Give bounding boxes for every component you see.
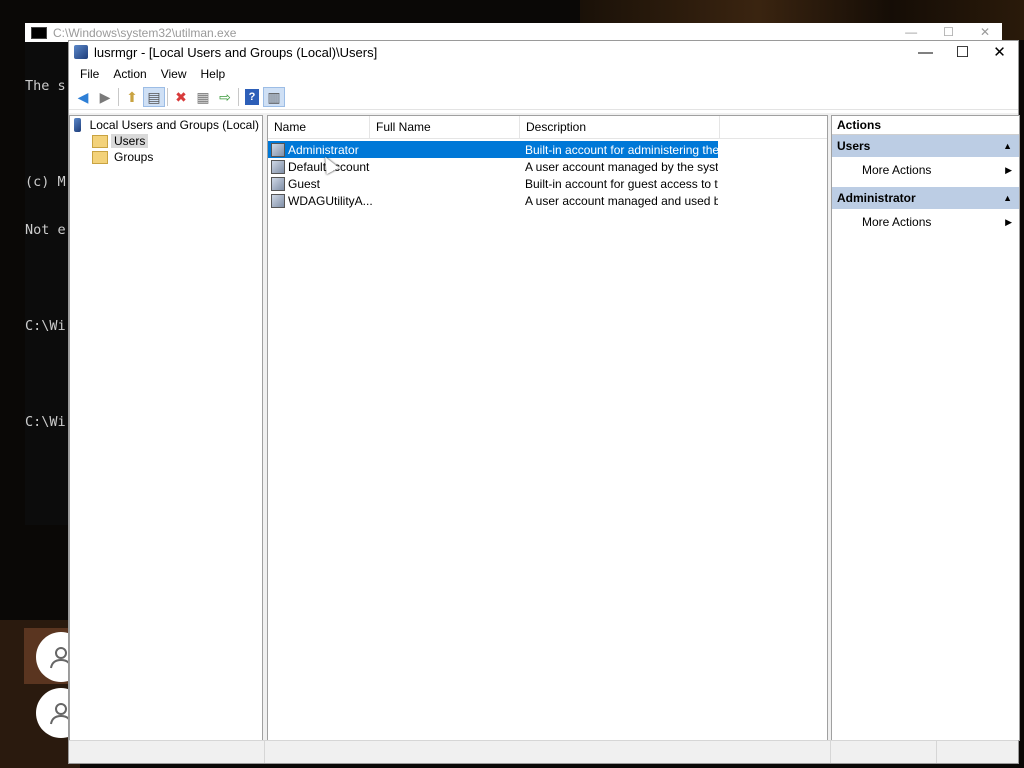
toolbar-separator — [167, 88, 168, 106]
users-app-icon — [74, 45, 88, 59]
menu-bar: File Action View Help — [69, 63, 1018, 85]
properties-icon[interactable]: ▦ — [192, 87, 214, 107]
tree-root-label: Local Users and Groups (Local) — [89, 118, 259, 132]
console-title: C:\Windows\system32\utilman.exe — [53, 25, 237, 40]
console-icon — [31, 26, 47, 39]
user-icon — [271, 193, 285, 208]
column-header-full-name[interactable]: Full Name — [370, 116, 520, 138]
tree-item-groups[interactable]: Groups — [70, 149, 262, 165]
table-row[interactable]: DefaultAccount A user account managed by… — [268, 158, 827, 175]
status-segment — [265, 741, 831, 763]
tree-item-label: Groups — [114, 150, 154, 164]
user-description: Built-in account for administering the c… — [525, 142, 718, 157]
console-tree[interactable]: Local Users and Groups (Local) Users Gro… — [69, 115, 263, 741]
show-action-pane-icon[interactable]: ▥ — [263, 87, 285, 107]
content-area: Local Users and Groups (Local) Users Gro… — [69, 113, 1020, 741]
status-segment — [831, 741, 937, 763]
tree-item-users[interactable]: Users — [70, 133, 262, 149]
list-header: Name Full Name Description — [268, 116, 827, 139]
user-name: WDAGUtilityA... — [288, 193, 373, 208]
show-tree-icon[interactable]: ▤ — [143, 87, 165, 107]
export-list-icon[interactable]: ⇨ — [214, 87, 236, 107]
user-icon — [271, 176, 285, 191]
toolbar-separator — [238, 88, 239, 106]
maximize-button[interactable]: ☐ — [944, 41, 981, 63]
table-row[interactable]: Guest Built-in account for guest access … — [268, 175, 827, 192]
help-icon[interactable]: ? — [245, 89, 259, 105]
user-name: Guest — [288, 176, 321, 191]
back-arrow-icon[interactable]: ◀ — [72, 87, 94, 107]
user-name: Administrator — [288, 142, 359, 157]
menu-file[interactable]: File — [73, 67, 106, 81]
user-description: A user account managed and used b... — [525, 193, 718, 208]
section-title: Administrator — [837, 191, 916, 205]
user-list[interactable]: Name Full Name Description Administrator… — [267, 115, 828, 741]
more-actions-item[interactable]: More Actions ▶ — [832, 209, 1019, 235]
action-label: More Actions — [862, 163, 932, 177]
section-title: Users — [837, 139, 871, 153]
tree-item-label: Users — [111, 134, 149, 148]
user-icon — [271, 159, 285, 174]
status-bar — [69, 740, 1018, 763]
lusrmgr-window[interactable]: lusrmgr - [Local Users and Groups (Local… — [68, 40, 1020, 764]
user-description: A user account managed by the syste... — [525, 159, 718, 174]
submenu-arrow-icon: ▶ — [1005, 216, 1012, 227]
console-maximize-button[interactable]: ☐ — [943, 25, 954, 39]
window-title: lusrmgr - [Local Users and Groups (Local… — [94, 44, 378, 60]
actions-section-administrator[interactable]: Administrator ▲ — [832, 187, 1019, 209]
column-header-description[interactable]: Description — [520, 116, 720, 138]
console-minimize-button[interactable]: — — [905, 25, 917, 39]
user-icon — [271, 142, 285, 157]
users-groups-icon — [74, 118, 81, 132]
toolbar: ◀ ▶ ⬆ ▤ ✖ ▦ ⇨ ? ▥ — [69, 85, 1018, 110]
actions-pane: Actions Users ▲ More Actions ▶ Administr… — [831, 115, 1020, 741]
user-description: Built-in account for guest access to th.… — [525, 176, 718, 191]
menu-help[interactable]: Help — [194, 67, 233, 81]
close-button[interactable]: ✕ — [981, 41, 1018, 63]
actions-section-users[interactable]: Users ▲ — [832, 135, 1019, 157]
status-segment — [69, 741, 265, 763]
delete-icon[interactable]: ✖ — [170, 87, 192, 107]
window-titlebar[interactable]: lusrmgr - [Local Users and Groups (Local… — [69, 41, 1018, 63]
more-actions-item[interactable]: More Actions ▶ — [832, 157, 1019, 183]
menu-view[interactable]: View — [154, 67, 194, 81]
console-close-button[interactable]: ✕ — [980, 25, 990, 39]
submenu-arrow-icon: ▶ — [1005, 164, 1012, 175]
toolbar-separator — [118, 88, 119, 106]
column-header-name[interactable]: Name — [268, 116, 370, 138]
action-label: More Actions — [862, 215, 932, 229]
table-row[interactable]: WDAGUtilityA... A user account managed a… — [268, 192, 827, 209]
minimize-button[interactable]: — — [907, 41, 944, 63]
folder-icon — [92, 150, 108, 164]
table-row[interactable]: Administrator Built-in account for admin… — [268, 141, 718, 158]
collapse-icon[interactable]: ▲ — [1003, 141, 1012, 151]
menu-action[interactable]: Action — [106, 67, 153, 81]
forward-arrow-icon[interactable]: ▶ — [94, 87, 116, 107]
actions-header: Actions — [832, 116, 1019, 135]
folder-icon — [92, 134, 108, 148]
up-folder-icon[interactable]: ⬆ — [121, 87, 143, 107]
collapse-icon[interactable]: ▲ — [1003, 193, 1012, 203]
tree-root[interactable]: Local Users and Groups (Local) — [70, 117, 262, 133]
